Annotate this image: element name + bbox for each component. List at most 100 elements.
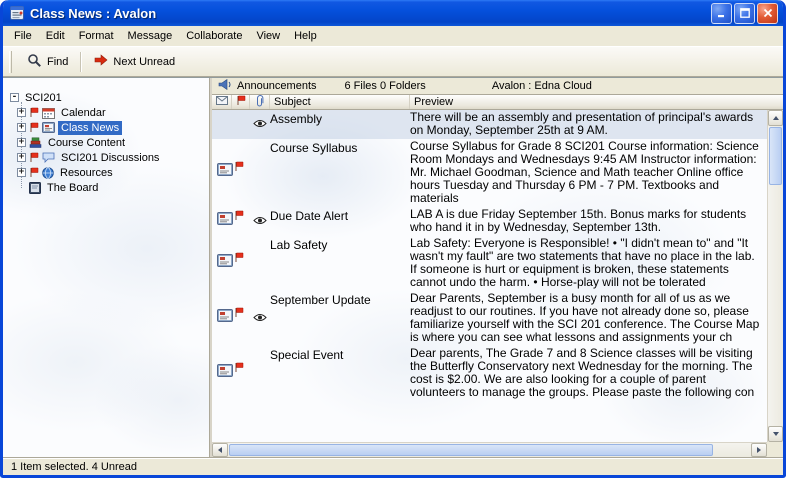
tree-item-resources[interactable]: + Resources (15, 165, 209, 180)
close-button[interactable] (757, 3, 778, 24)
tree-item-course-content[interactable]: + Course Content (15, 135, 209, 150)
eye-icon (253, 212, 267, 230)
expand-box[interactable]: + (17, 153, 26, 162)
maximize-button[interactable] (734, 3, 755, 24)
menu-collaborate[interactable]: Collaborate (179, 28, 249, 44)
menu-message[interactable]: Message (121, 28, 180, 44)
find-label: Find (47, 56, 68, 68)
tree-item-label[interactable]: Resources (57, 166, 116, 180)
toolbar-gripper (9, 51, 12, 73)
scroll-right-button[interactable] (751, 443, 767, 457)
horizontal-scroll-track[interactable] (714, 443, 751, 457)
collapse-box[interactable]: - (10, 93, 19, 102)
conference-info-bar: Announcements 6 Files 0 Folders Avalon :… (212, 78, 783, 95)
unread-flag-icon (29, 122, 39, 133)
title-bar: Class News : Avalon (3, 0, 783, 26)
menu-help[interactable]: Help (287, 28, 324, 44)
message-preview: Lab Safety: Everyone is Responsible! • "… (410, 237, 767, 289)
folder-tree: - SCI201 + Calendar (3, 78, 209, 195)
menu-edit[interactable]: Edit (39, 28, 72, 44)
unread-flag-icon (29, 152, 39, 163)
eye-icon (253, 115, 267, 133)
column-header-attachment[interactable] (250, 95, 270, 109)
scroll-down-button[interactable] (768, 426, 783, 442)
calendar-icon (42, 107, 55, 119)
tree-root-sci201[interactable]: - SCI201 (10, 90, 209, 105)
status-bar: 1 Item selected. 4 Unread (3, 457, 783, 475)
message-icon (217, 163, 235, 182)
message-preview: Dear parents, The Grade 7 and 8 Science … (410, 347, 767, 399)
unread-flag-icon (234, 208, 244, 226)
toolbar: Find Next Unread (3, 46, 783, 77)
tree-item-label[interactable]: SCI201 Discussions (58, 151, 162, 165)
vertical-scroll-track[interactable] (768, 186, 783, 426)
message-subject[interactable]: Lab Safety (270, 237, 410, 289)
next-unread-arrow-icon (94, 54, 108, 69)
magnifier-icon (27, 53, 42, 71)
tree-item-calendar[interactable]: + Calendar (15, 105, 209, 120)
message-list: Assembly There will be an assembly and p… (212, 110, 767, 442)
column-header-preview[interactable]: Preview (410, 95, 783, 109)
unread-flag-icon (234, 360, 244, 378)
message-subject[interactable]: Assembly (270, 111, 410, 137)
message-preview: Dear Parents, September is a busy month … (410, 292, 767, 344)
minimize-button[interactable] (711, 3, 732, 24)
message-row-lab-safety[interactable]: Lab Safety Lab Safety: Everyone is Respo… (212, 236, 767, 291)
board-icon (29, 182, 41, 194)
menu-view[interactable]: View (249, 28, 287, 44)
message-row-assembly[interactable]: Assembly There will be an assembly and p… (212, 110, 767, 139)
expand-box[interactable]: + (17, 108, 26, 117)
message-row-due-date-alert[interactable]: Due Date Alert LAB A is due Friday Septe… (212, 207, 767, 236)
horizontal-scrollbar[interactable] (212, 442, 767, 457)
next-unread-button[interactable]: Next Unread (85, 51, 184, 72)
tree-item-label[interactable]: The Board (44, 181, 101, 195)
envelope-icon (216, 96, 228, 108)
unread-flag-icon (29, 107, 39, 118)
message-subject[interactable]: September Update (270, 292, 410, 344)
message-subject[interactable]: Due Date Alert (270, 208, 410, 234)
message-icon (217, 254, 235, 273)
resources-icon (42, 167, 54, 179)
tree-children: + Calendar + (15, 105, 209, 195)
scrollbar-corner (767, 442, 783, 457)
message-row-course-syllabus[interactable]: Course Syllabus Course Syllabus for Grad… (212, 139, 767, 207)
megaphone-icon (218, 79, 232, 93)
unread-flag-icon (234, 159, 244, 177)
tree-item-label[interactable]: Course Content (45, 136, 128, 150)
find-button[interactable]: Find (18, 50, 77, 74)
main-area: - SCI201 + Calendar (3, 77, 783, 457)
expand-box[interactable]: + (17, 123, 26, 132)
window-title: Class News : Avalon (30, 6, 711, 21)
vertical-scrollbar[interactable] (767, 110, 783, 442)
toolbar-separator (80, 52, 82, 72)
folder-tree-pane: - SCI201 + Calendar (3, 78, 209, 457)
message-subject[interactable]: Special Event (270, 347, 410, 399)
column-header-subject[interactable]: Subject (270, 95, 410, 109)
paperclip-icon (255, 95, 264, 110)
message-subject[interactable]: Course Syllabus (270, 140, 410, 205)
column-header-flag[interactable] (232, 95, 250, 109)
tree-root-label[interactable]: SCI201 (22, 91, 65, 105)
scroll-up-button[interactable] (768, 110, 783, 126)
message-row-special-event[interactable]: Special Event Dear parents, The Grade 7 … (212, 346, 767, 401)
tree-item-label[interactable]: Calendar (58, 106, 109, 120)
scroll-left-button[interactable] (212, 443, 228, 457)
vertical-scroll-thumb[interactable] (769, 127, 782, 185)
tree-item-the-board[interactable]: The Board (15, 180, 209, 195)
tree-item-label-selected[interactable]: Class News (58, 121, 122, 135)
tree-item-sci201-discussions[interactable]: + SCI201 Discussions (15, 150, 209, 165)
unread-flag-icon (234, 305, 244, 323)
status-text: 1 Item selected. 4 Unread (11, 461, 137, 473)
message-row-september-update[interactable]: September Update Dear Parents, September… (212, 291, 767, 346)
menu-format[interactable]: Format (72, 28, 121, 44)
discussions-icon (42, 152, 55, 163)
menu-file[interactable]: File (7, 28, 39, 44)
message-preview: LAB A is due Friday September 15th. Bonu… (410, 208, 767, 234)
message-icon (217, 309, 235, 328)
message-icon (217, 212, 235, 231)
tree-item-class-news[interactable]: + Class News (15, 120, 209, 135)
column-header-status[interactable] (212, 95, 232, 109)
horizontal-scroll-thumb[interactable] (229, 444, 713, 456)
expand-box[interactable]: + (17, 168, 26, 177)
expand-box[interactable]: + (17, 138, 26, 147)
